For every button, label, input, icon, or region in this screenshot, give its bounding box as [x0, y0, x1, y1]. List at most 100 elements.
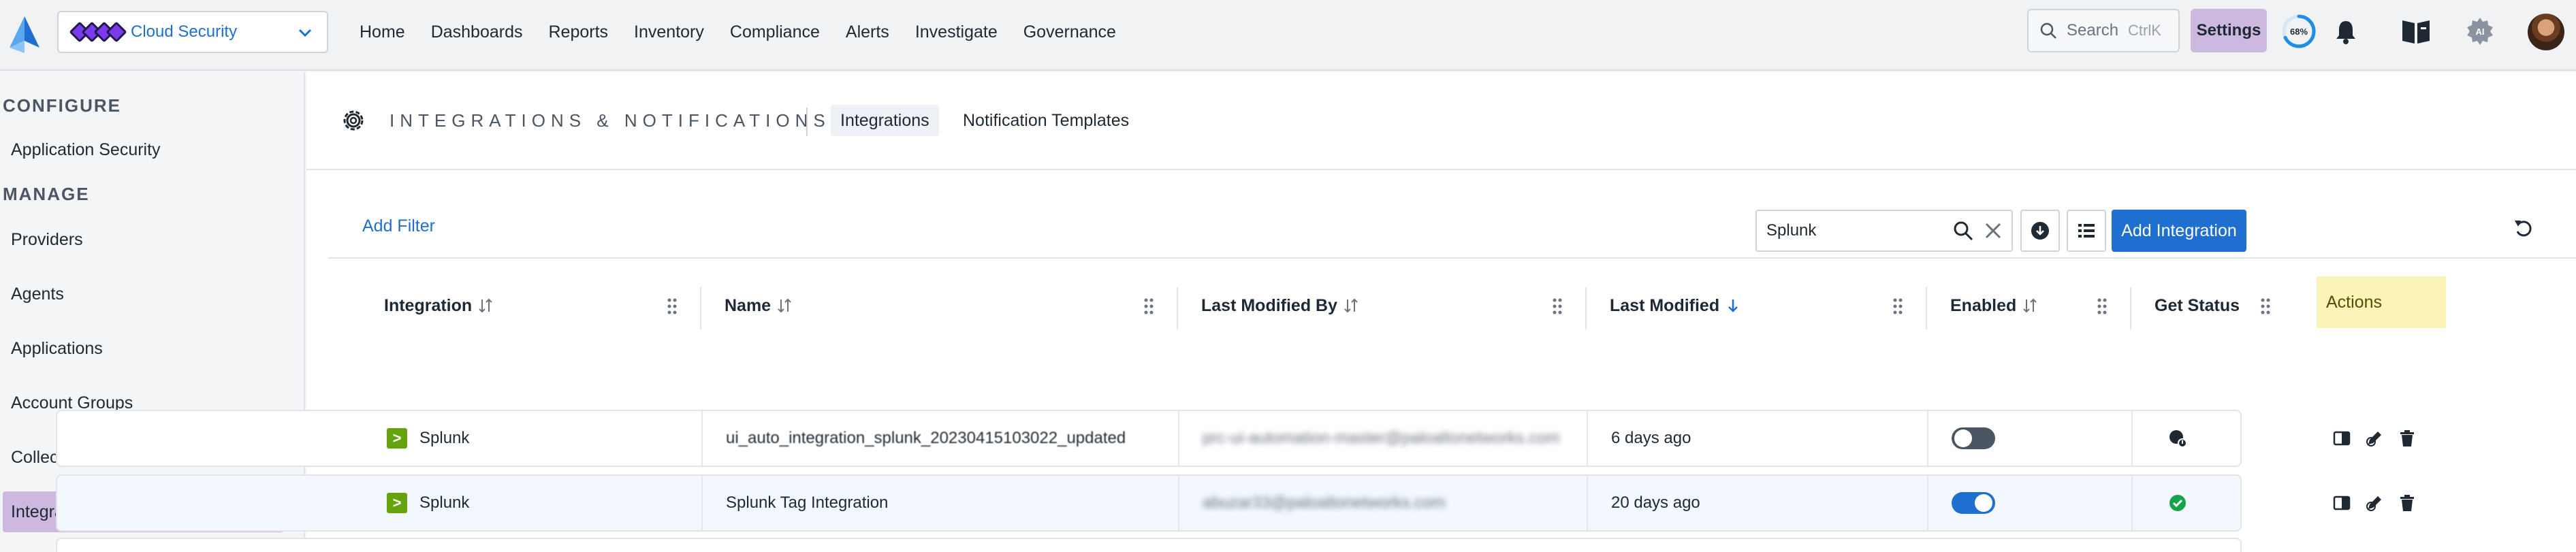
integration-cell: > Splunk	[387, 411, 469, 466]
status-ok-icon[interactable]	[2168, 493, 2187, 513]
nav-dashboards[interactable]: Dashboards	[431, 22, 523, 42]
column-header-enabled[interactable]: Enabled	[1950, 275, 2038, 336]
status-cell	[2168, 476, 2187, 530]
splunk-icon: >	[387, 493, 407, 513]
edit-icon[interactable]	[2366, 494, 2383, 512]
column-divider	[1177, 287, 1178, 329]
user-avatar[interactable]	[2528, 14, 2564, 50]
status-cell	[2168, 411, 2187, 466]
search-icon	[2040, 22, 2056, 39]
view-details-icon[interactable]	[2333, 429, 2351, 447]
column-label: Last Modified	[1610, 295, 1720, 315]
nav-inventory[interactable]: Inventory	[634, 22, 704, 42]
column-header-actions: Actions	[2317, 276, 2446, 328]
tenant-name: Cloud Security	[131, 22, 238, 41]
table-row[interactable]	[56, 538, 2242, 552]
column-label: Get Status	[2154, 295, 2240, 315]
enabled-cell	[1952, 476, 1995, 530]
download-button[interactable]	[2020, 210, 2060, 252]
column-divider	[1585, 287, 1587, 329]
nav-alerts[interactable]: Alerts	[846, 22, 889, 42]
column-header-integration[interactable]: Integration	[384, 275, 494, 336]
table-header: Integration Name Last Modified By Last M…	[56, 275, 2270, 336]
page-title: INTEGRATIONS & NOTIFICATIONS	[389, 110, 831, 131]
column-label: Enabled	[1950, 295, 2017, 315]
table-row[interactable]: > Splunk Splunk Tag Integration abuzar33…	[56, 474, 2242, 532]
table-row[interactable]: > Splunk ui_auto_integration_splunk_2023…	[56, 410, 2242, 467]
nav-reports[interactable]: Reports	[549, 22, 609, 42]
status-error-icon[interactable]	[2168, 429, 2187, 448]
progress-label: 68%	[2290, 27, 2308, 37]
gear-icon	[343, 110, 364, 131]
column-header-name[interactable]: Name	[725, 275, 793, 336]
sidebar-item-application-security[interactable]: Application Security	[3, 129, 283, 170]
column-label: Integration	[384, 295, 473, 315]
nav-investigate[interactable]: Investigate	[915, 22, 998, 42]
name-cell: ui_auto_integration_splunk_2023041510302…	[726, 411, 1162, 466]
docs-book-icon[interactable]	[2400, 15, 2432, 48]
sort-icon[interactable]	[477, 297, 494, 314]
drag-handle-icon[interactable]	[2096, 297, 2108, 315]
column-divider	[1926, 287, 1927, 329]
sort-icon[interactable]	[2022, 297, 2038, 314]
notifications-bell-icon[interactable]	[2329, 15, 2362, 48]
ai-assistant-icon[interactable]: AI	[2464, 15, 2496, 48]
global-search[interactable]: Search CtrlK	[2027, 9, 2180, 52]
tenant-logo-icon	[69, 21, 127, 43]
column-divider	[700, 287, 701, 329]
page-header: INTEGRATIONS & NOTIFICATIONS Integration…	[306, 72, 2576, 170]
add-filter-link[interactable]: Add Filter	[362, 216, 435, 236]
table-search-value: Splunk	[1766, 221, 1817, 240]
row-actions	[2308, 410, 2438, 467]
settings-button[interactable]: Settings	[2191, 9, 2267, 52]
top-navigation-bar: Cloud Security Home Dashboards Reports I…	[0, 0, 2576, 71]
sidebar-item-providers[interactable]: Providers	[3, 219, 283, 260]
column-header-last-modified[interactable]: Last Modified	[1610, 275, 1741, 336]
drag-handle-icon[interactable]	[1551, 297, 1563, 315]
enabled-toggle[interactable]	[1952, 427, 1995, 449]
integration-type: Splunk	[419, 429, 470, 447]
progress-ring[interactable]: 68%	[2280, 13, 2317, 50]
sort-icon[interactable]	[776, 297, 793, 314]
tab-integrations[interactable]: Integrations	[831, 105, 939, 136]
tenant-selector[interactable]: Cloud Security	[57, 11, 328, 53]
view-details-icon[interactable]	[2333, 494, 2351, 512]
sidebar-section-configure: CONFIGURE	[3, 95, 121, 116]
sidebar-section-manage: MANAGE	[3, 184, 90, 204]
column-header-last-modified-by[interactable]: Last Modified By	[1201, 275, 1359, 336]
column-settings-icon	[2078, 224, 2095, 238]
search-icon[interactable]	[1952, 219, 1975, 242]
drag-handle-icon[interactable]	[666, 297, 678, 315]
app-logo-icon[interactable]	[8, 15, 41, 54]
enabled-toggle[interactable]	[1952, 492, 1995, 514]
integration-cell: > Splunk	[387, 476, 469, 530]
column-header-get-status: Get Status	[2154, 275, 2240, 336]
search-placeholder: Search	[2067, 21, 2119, 39]
table-search-input[interactable]: Splunk	[1755, 210, 2013, 252]
nav-home[interactable]: Home	[360, 22, 405, 42]
add-integration-button[interactable]: Add Integration	[2112, 210, 2246, 252]
column-divider	[2130, 287, 2131, 329]
clear-icon[interactable]	[1982, 219, 2005, 242]
drag-handle-icon[interactable]	[1143, 297, 1155, 315]
drag-handle-icon[interactable]	[1892, 297, 1904, 315]
nav-governance[interactable]: Governance	[1023, 22, 1116, 42]
enabled-cell	[1952, 411, 1995, 466]
integration-name: ui_auto_integration_splunk_2023041510302…	[726, 429, 1126, 447]
modified-by-cell: prc-ui-automation-master@paloaltonetwork…	[1203, 429, 1560, 447]
delete-icon[interactable]	[2398, 494, 2416, 512]
title-divider	[806, 108, 808, 136]
edit-icon[interactable]	[2366, 429, 2383, 447]
sort-desc-icon[interactable]	[1725, 297, 1741, 314]
drag-handle-icon[interactable]	[2259, 297, 2272, 315]
columns-button[interactable]	[2067, 210, 2106, 252]
reset-icon[interactable]	[2512, 216, 2535, 240]
delete-icon[interactable]	[2398, 429, 2416, 447]
tab-notification-templates[interactable]: Notification Templates	[953, 105, 1139, 136]
nav-compliance[interactable]: Compliance	[730, 22, 820, 42]
column-label: Name	[725, 295, 772, 315]
search-shortcut: CtrlK	[2128, 22, 2161, 39]
download-icon	[2031, 222, 2049, 240]
ai-label: AI	[2476, 27, 2485, 37]
sort-icon[interactable]	[1343, 297, 1359, 314]
